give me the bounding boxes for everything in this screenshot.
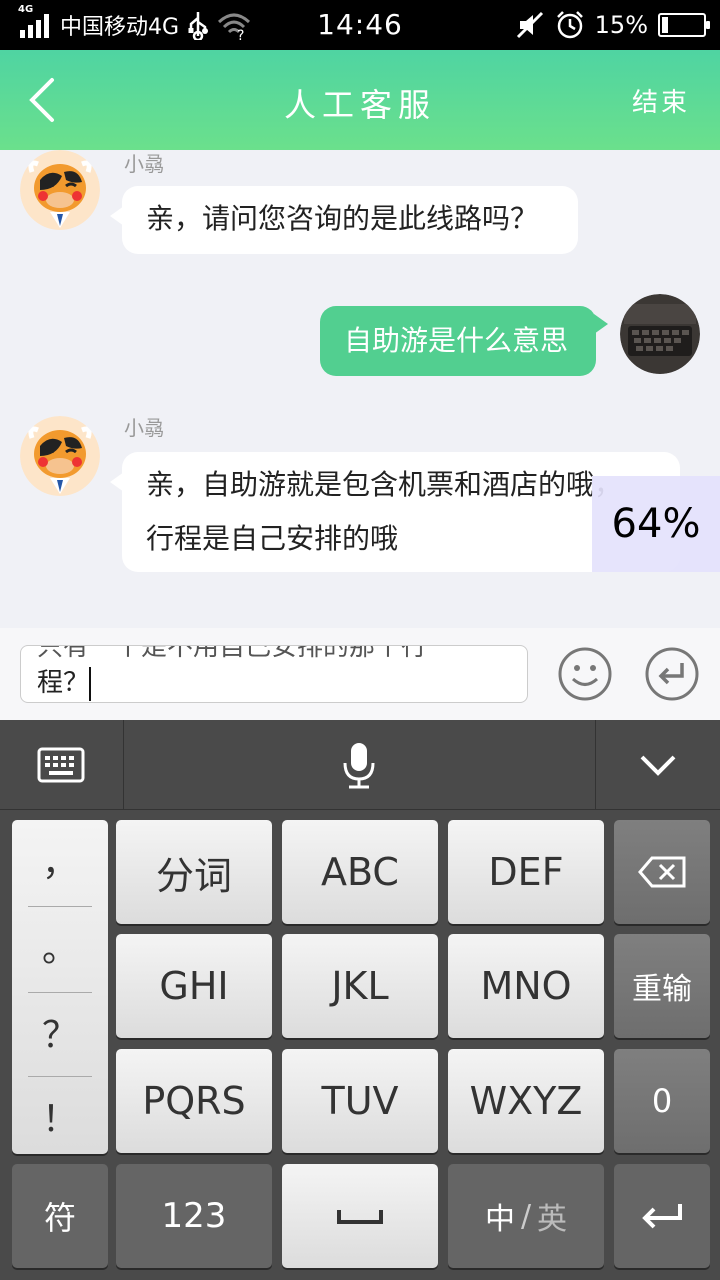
input-previous-line: 只有一个是不用自己安排的那个行 [37, 645, 428, 662]
microphone-icon [343, 743, 375, 789]
battery-icon [658, 13, 710, 37]
key-ghi[interactable]: GHI [116, 934, 272, 1038]
progress-overlay: 64% [592, 476, 720, 572]
cartoon-cow-icon [20, 416, 100, 496]
enter-key[interactable] [614, 1164, 710, 1268]
lang-en-label: 英 [537, 1202, 568, 1237]
language-switch-key[interactable]: 中 / 英 [448, 1164, 604, 1268]
status-bar: 4G 中国移动4G ? 14:46 15% [0, 0, 720, 50]
cartoon-cow-icon [20, 150, 100, 230]
message-text: 亲，请问您咨询的是此线路吗？ [146, 202, 539, 235]
enter-icon [645, 647, 699, 701]
hide-keyboard-button[interactable] [596, 720, 720, 810]
key-mno[interactable]: MNO [448, 934, 604, 1038]
key-segment[interactable]: 分词 [116, 820, 272, 924]
incoming-message-bubble[interactable]: 亲，请问您咨询的是此线路吗？ [110, 186, 578, 254]
status-right: 15% [515, 8, 710, 42]
lang-zh-label: 中 [484, 1202, 515, 1237]
key-tuv[interactable]: TUV [282, 1049, 438, 1153]
mute-icon [516, 11, 543, 39]
input-bar: 只有一个是不用自己安排的那个行 程？ [0, 628, 720, 720]
key-jkl[interactable]: JKL [282, 934, 438, 1038]
chat-message-list[interactable]: 小骉 亲，请问您咨询的是此线路吗？ 自助游是什么意思 小骉 亲，自助游就是包含机… [0, 150, 720, 628]
backspace-icon [638, 856, 686, 888]
page-title: 人工客服 [283, 86, 436, 124]
alarm-icon [556, 11, 583, 39]
battery-percent: 15% [594, 11, 648, 39]
space-key[interactable] [282, 1164, 438, 1268]
send-button[interactable] [644, 646, 700, 702]
user-avatar[interactable] [620, 294, 700, 374]
keyboard-icon [37, 747, 85, 783]
key-pqrs[interactable]: PQRS [116, 1049, 272, 1153]
key-def[interactable]: DEF [448, 820, 604, 924]
voice-input-button[interactable] [124, 720, 594, 810]
sender-name: 小骉 [124, 152, 164, 176]
reinput-key[interactable]: 重输 [614, 934, 710, 1038]
message-text: 自助游是什么意思 [344, 324, 569, 357]
numbers-key[interactable]: 123 [116, 1164, 272, 1268]
agent-avatar[interactable] [20, 150, 100, 230]
message-input[interactable]: 只有一个是不用自己安排的那个行 程？ [20, 645, 528, 703]
enter-icon [642, 1204, 682, 1229]
key-zero[interactable]: 0 [614, 1049, 710, 1153]
emoji-button[interactable] [557, 646, 613, 702]
symbols-key[interactable]: 符 [12, 1164, 108, 1268]
battery-level [662, 17, 668, 33]
punct-key-question[interactable]: ？ [12, 992, 108, 1072]
chat-header: 人工客服 结束 [0, 50, 720, 150]
punct-key-exclaim[interactable]: ！ [12, 1076, 108, 1156]
punct-key-comma[interactable]: ， [12, 820, 108, 900]
agent-avatar[interactable] [20, 416, 100, 496]
input-current-line: 程？ [37, 662, 92, 701]
end-chat-button[interactable]: 结束 [632, 82, 690, 119]
chevron-down-icon [640, 755, 676, 776]
key-wxyz[interactable]: WXYZ [448, 1049, 604, 1153]
message-text-line: 亲，自助游就是包含机票和酒店的哦， [146, 468, 623, 501]
input-current-text: 程？ [37, 668, 90, 698]
message-text-line: 行程是自己安排的哦 [146, 522, 399, 555]
outgoing-message-bubble[interactable]: 自助游是什么意思 [320, 306, 608, 376]
lang-sep-label: / [520, 1198, 532, 1234]
sender-name: 小骉 [124, 416, 164, 440]
text-caret [89, 666, 92, 701]
keyboard: ， 。 ？ ！ 分词 ABC DEF GHI JKL MNO 重输 PQRS T… [0, 810, 720, 1280]
smiley-icon [558, 647, 612, 701]
punct-key-period[interactable]: 。 [12, 906, 108, 986]
space-icon [337, 1210, 383, 1224]
key-abc[interactable]: ABC [282, 820, 438, 924]
keyboard-toolbar [0, 720, 720, 810]
backspace-key[interactable] [614, 820, 710, 924]
keyboard-switch-button[interactable] [0, 720, 122, 810]
punctuation-column: ， 。 ？ ！ [12, 820, 108, 1154]
user-photo-icon [620, 294, 700, 374]
